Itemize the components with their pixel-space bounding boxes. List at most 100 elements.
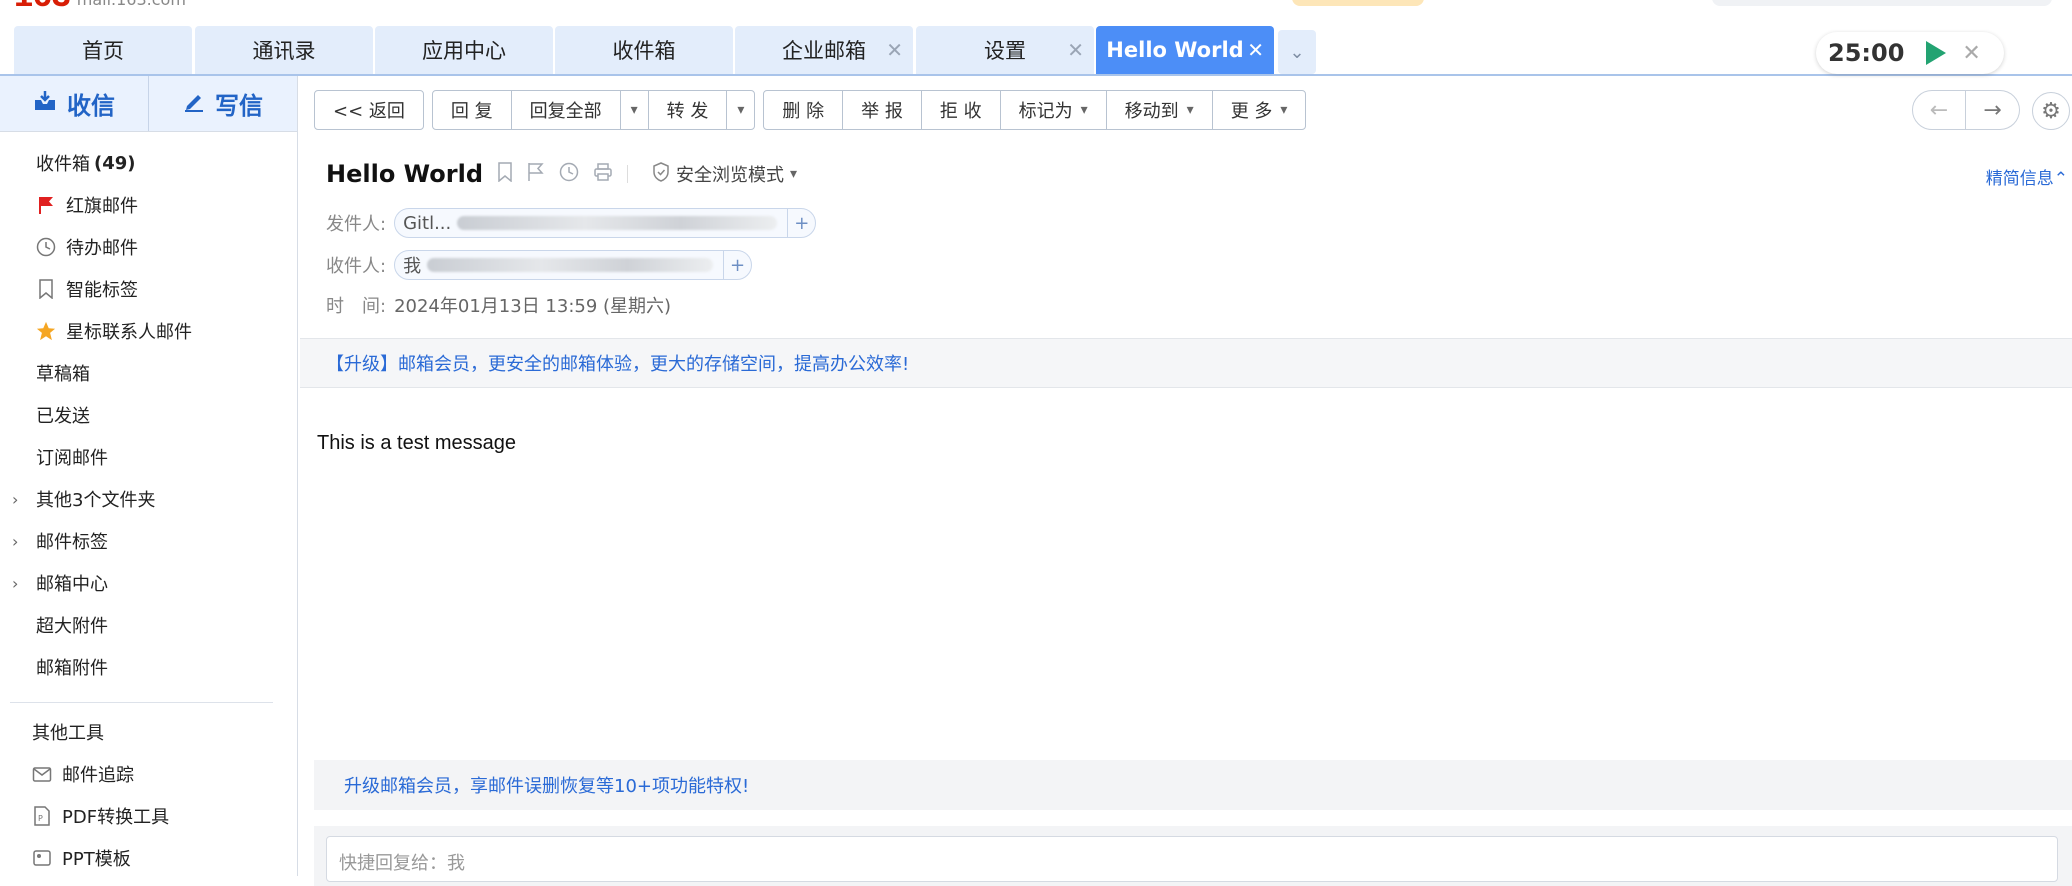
receive-button[interactable]: 收信 xyxy=(0,76,148,131)
logo[interactable]: 163 mail.163.com xyxy=(14,0,186,12)
quick-reply-placeholder: 快捷回复给：我 xyxy=(339,853,465,874)
move-to-button[interactable]: 移动到 ▾ xyxy=(1105,91,1212,129)
tab-hello-world[interactable]: Hello World ✕ xyxy=(1096,26,1274,74)
tab-more-dropdown[interactable]: ⌄ xyxy=(1278,30,1316,74)
next-mail-button[interactable]: → xyxy=(1966,90,2020,130)
add-contact-icon[interactable]: + xyxy=(787,209,815,237)
top-promo-pill[interactable] xyxy=(1292,0,1424,6)
mail-subject: Hello World xyxy=(326,160,484,188)
folder-label: 待办邮件 xyxy=(66,238,138,259)
folder-label: 红旗邮件 xyxy=(66,196,138,217)
gear-icon: ⚙ xyxy=(2041,98,2061,124)
tab-label: 设置 xyxy=(984,39,1026,63)
recipient-row: 收件人: 我 + xyxy=(326,250,753,280)
quick-reply-area: 快捷回复给：我 xyxy=(314,826,2072,886)
close-icon[interactable]: ✕ xyxy=(1962,41,1980,66)
receive-label: 收信 xyxy=(67,92,115,120)
sender-chip[interactable]: Gitl... + xyxy=(394,208,817,238)
folder-drafts[interactable]: 草稿箱 xyxy=(0,352,297,394)
redacted-address xyxy=(457,216,778,230)
folder-other-folders[interactable]: › 其他3个文件夹 xyxy=(0,478,297,520)
tab-home[interactable]: 首页 xyxy=(14,26,192,74)
mail-subject-row: Hello World 安全浏览模式 ▾ xyxy=(326,160,797,188)
upgrade-banner-bottom[interactable]: 升级邮箱会员，享邮件误删恢复等10+项功能特权! xyxy=(314,760,2072,810)
prev-mail-button[interactable]: ← xyxy=(1912,90,1966,130)
back-button[interactable]: << 返回 xyxy=(315,91,423,129)
tab-settings[interactable]: 设置 ✕ xyxy=(916,26,1094,74)
folder-smart-tags[interactable]: 智能标签 xyxy=(0,268,297,310)
bookmark-icon xyxy=(36,279,56,299)
bookmark-icon[interactable] xyxy=(497,161,513,187)
tools-list: 其他工具 邮件追踪 P PDF转换工具 PPT模板 xyxy=(0,711,297,879)
reply-button[interactable]: 回 复 xyxy=(433,91,511,129)
tab-app-center[interactable]: 应用中心 xyxy=(375,26,553,74)
close-icon[interactable]: ✕ xyxy=(886,38,903,62)
folder-mail-center[interactable]: › 邮箱中心 xyxy=(0,562,297,604)
folder-starred-contacts[interactable]: 星标联系人邮件 xyxy=(0,310,297,352)
tool-mail-tracking[interactable]: 邮件追踪 xyxy=(0,753,297,795)
shield-icon xyxy=(652,161,670,187)
folder-subscriptions[interactable]: 订阅邮件 xyxy=(0,436,297,478)
folder-large-attachments[interactable]: 超大附件 xyxy=(0,604,297,646)
recipient-chip[interactable]: 我 + xyxy=(394,250,753,280)
mail-reading-pane: << 返回 回 复 回复全部 ▾ 转 发 ▾ 删 除 举 报 拒 收 标记为 ▾ … xyxy=(300,76,2072,886)
mail-toolbar: << 返回 回 复 回复全部 ▾ 转 发 ▾ 删 除 举 报 拒 收 标记为 ▾ … xyxy=(314,90,1307,130)
toggle-detail-link[interactable]: 精简信息⌃ xyxy=(1986,164,2068,189)
tool-pdf-convert[interactable]: P PDF转换工具 xyxy=(0,795,297,837)
redacted-address xyxy=(427,258,714,272)
more-button[interactable]: 更 多 ▾ xyxy=(1211,91,1306,129)
compose-button[interactable]: 写信 xyxy=(148,76,297,131)
chevron-right-icon[interactable]: › xyxy=(12,490,18,509)
folder-red-flag[interactable]: 红旗邮件 xyxy=(0,184,297,226)
tab-enterprise-mail[interactable]: 企业邮箱 ✕ xyxy=(735,26,913,74)
add-contact-icon[interactable]: + xyxy=(723,251,751,279)
pencil-icon xyxy=(183,90,205,118)
folder-mail-tags[interactable]: › 邮件标签 xyxy=(0,520,297,562)
mark-as-button[interactable]: 标记为 ▾ xyxy=(999,91,1106,129)
folder-label: 超大附件 xyxy=(36,616,108,637)
chevron-right-icon[interactable]: › xyxy=(12,532,18,551)
svg-text:P: P xyxy=(38,814,43,823)
forward-dropdown[interactable]: ▾ xyxy=(726,91,754,129)
top-search-pill[interactable] xyxy=(1712,0,2052,6)
chevron-down-icon: ▾ xyxy=(737,102,745,118)
mail-track-icon xyxy=(32,764,52,784)
upgrade-banner-text: 【升级】邮箱会员，更安全的邮箱体验，更大的存储空间，提高办公效率! xyxy=(326,354,910,375)
forward-button[interactable]: 转 发 xyxy=(647,91,727,129)
upgrade-banner[interactable]: 【升级】邮箱会员，更安全的邮箱体验，更大的存储空间，提高办公效率! xyxy=(300,338,2072,388)
safe-mode-label: 安全浏览模式 xyxy=(676,165,785,186)
folder-todo[interactable]: 待办邮件 xyxy=(0,226,297,268)
clock-icon[interactable] xyxy=(559,162,579,187)
chevron-down-icon: ▾ xyxy=(790,166,798,182)
close-icon[interactable]: ✕ xyxy=(1067,38,1084,62)
safe-mode-dropdown[interactable]: 安全浏览模式 ▾ xyxy=(652,161,797,187)
reject-button[interactable]: 拒 收 xyxy=(920,91,1000,129)
folder-label: 订阅邮件 xyxy=(36,448,108,469)
close-icon[interactable]: ✕ xyxy=(1247,38,1264,62)
chevron-right-icon[interactable]: › xyxy=(12,574,18,593)
folder-sent[interactable]: 已发送 xyxy=(0,394,297,436)
tab-contacts[interactable]: 通讯录 xyxy=(195,26,373,74)
chevron-down-icon: ▾ xyxy=(630,102,638,118)
tab-label: 企业邮箱 xyxy=(782,39,866,63)
play-icon[interactable] xyxy=(1926,41,1947,65)
mail-body: This is a test message xyxy=(317,432,516,454)
folder-mailbox-attachments[interactable]: 邮箱附件 xyxy=(0,646,297,688)
reply-all-button[interactable]: 回复全部 xyxy=(510,91,620,129)
tab-inbox[interactable]: 收件箱 xyxy=(555,26,733,74)
detail-link-label: 精简信息 xyxy=(1985,169,2054,189)
delete-button[interactable]: 删 除 xyxy=(764,91,842,129)
reply-dropdown[interactable]: ▾ xyxy=(619,91,648,129)
compose-label: 写信 xyxy=(215,92,263,120)
flag-icon[interactable] xyxy=(527,162,545,187)
quick-reply-input[interactable]: 快捷回复给：我 xyxy=(326,836,2058,882)
folder-label: 邮箱附件 xyxy=(36,658,108,679)
folder-inbox[interactable]: 收件箱 (49) xyxy=(0,142,297,184)
chevron-down-icon: ⌄ xyxy=(1289,41,1305,63)
settings-button[interactable]: ⚙ xyxy=(2032,92,2070,130)
tool-ppt-template[interactable]: PPT模板 xyxy=(0,837,297,879)
tab-label: 通讯录 xyxy=(252,39,316,63)
print-icon[interactable] xyxy=(593,162,613,187)
folder-label: 已发送 xyxy=(36,406,90,427)
report-button[interactable]: 举 报 xyxy=(842,91,921,129)
